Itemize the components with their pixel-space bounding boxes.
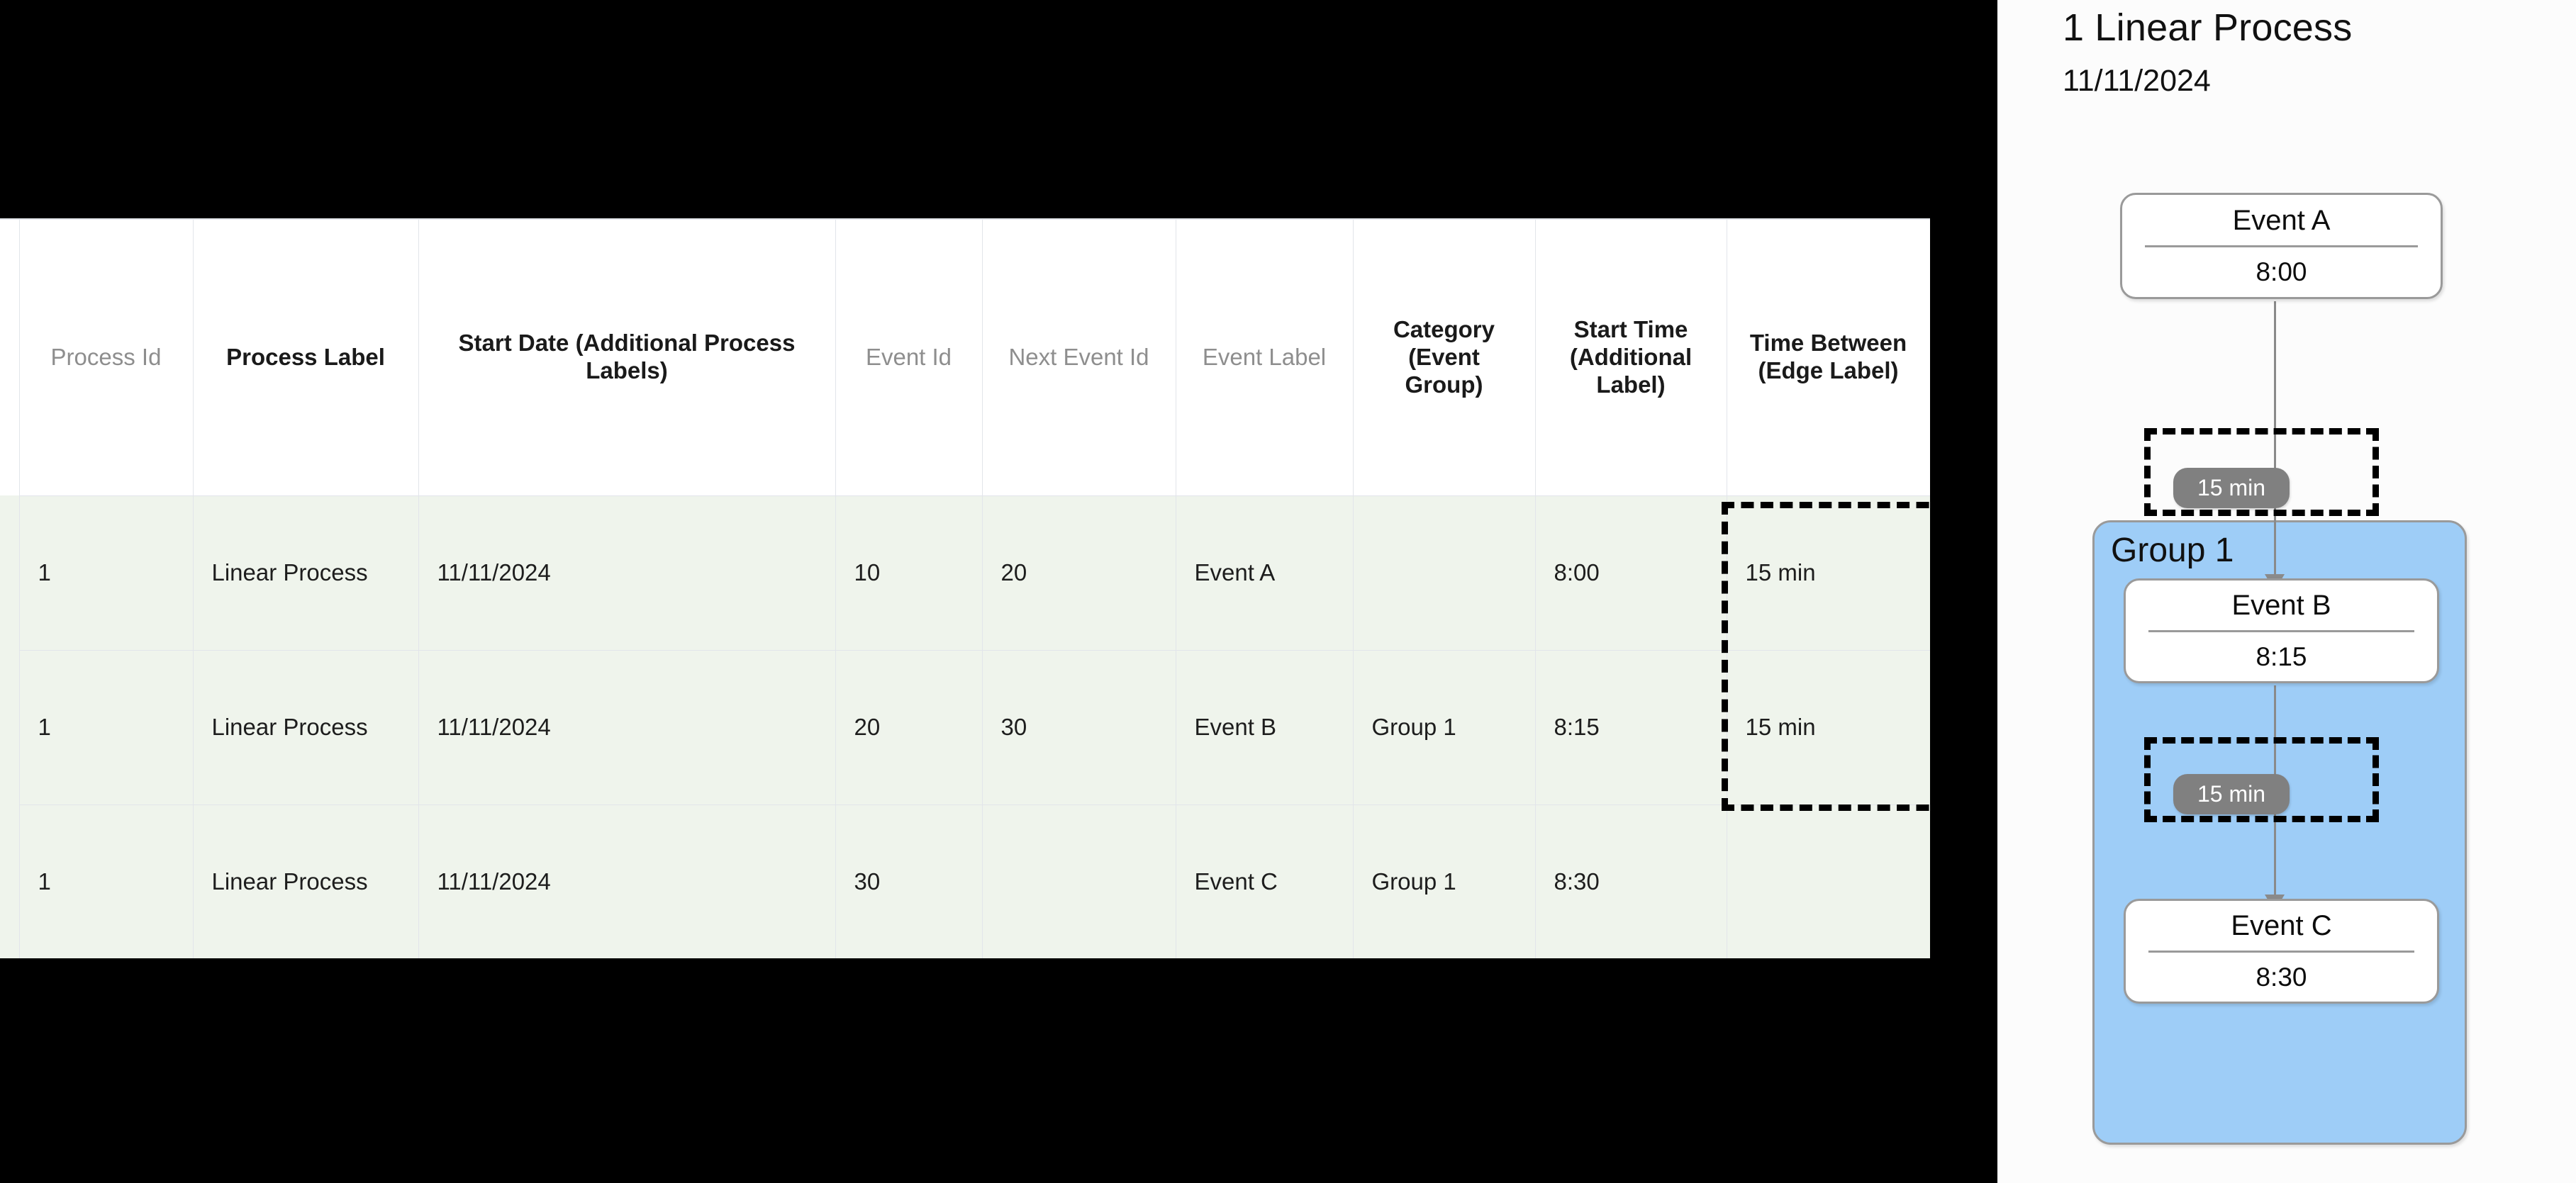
diagram-title: 1 Linear Process: [2063, 6, 2353, 49]
event-node-b-time: 8:15: [2256, 642, 2307, 671]
column-header-process-id[interactable]: Process Id: [18, 218, 194, 496]
table-row[interactable]: 1 Linear Process 11/11/2024 20 30 Event …: [0, 649, 1930, 805]
event-node-a[interactable]: Event A 8:00: [2120, 193, 2443, 299]
cell-start-time: 8:00: [1534, 495, 1727, 651]
cell-event-id: 20: [835, 649, 983, 805]
cell-event-label: Event C: [1175, 804, 1354, 958]
cell-process-id: 1: [18, 495, 194, 651]
table-gutter-cell: [0, 495, 19, 650]
cell-category: Group 1: [1352, 649, 1536, 805]
event-node-c[interactable]: Event C 8:30: [2124, 899, 2439, 1004]
cell-start-date: 11/11/2024: [418, 649, 836, 805]
cell-category: Group 1: [1352, 804, 1536, 958]
event-node-a-time: 8:00: [2256, 257, 2307, 286]
column-header-start-time[interactable]: Start Time (Additional Label): [1534, 218, 1727, 496]
table-panel: Process Id Process Label Start Date (Add…: [0, 218, 1930, 958]
event-node-c-label: Event C: [2231, 910, 2332, 941]
cell-start-time: 8:15: [1534, 649, 1727, 805]
cell-next-event-id: 30: [981, 649, 1176, 805]
cell-start-date: 11/11/2024: [418, 495, 836, 651]
group-label: Group 1: [2111, 532, 2234, 569]
column-header-start-date[interactable]: Start Date (Additional Process Labels): [418, 218, 836, 496]
cell-process-id: 1: [18, 804, 194, 958]
cell-next-event-id: [981, 804, 1176, 958]
cell-category: [1352, 495, 1536, 651]
table-row[interactable]: 1 Linear Process 11/11/2024 10 20 Event …: [0, 495, 1930, 651]
cell-next-event-id: 20: [981, 495, 1176, 651]
cell-event-id: 30: [835, 804, 983, 958]
event-node-b[interactable]: Event B 8:15: [2124, 578, 2439, 683]
diagram-panel: 1 Linear Process 11/11/2024 Group 1 Even…: [1997, 0, 2576, 1183]
column-header-event-id[interactable]: Event Id: [835, 218, 983, 496]
edge-label-badge-1[interactable]: 15 min: [2173, 468, 2290, 508]
cell-process-label: Linear Process: [192, 495, 419, 651]
event-node-c-time: 8:30: [2256, 963, 2307, 992]
cell-time-between: [1726, 804, 1930, 958]
table-header: Process Id Process Label Start Date (Add…: [0, 218, 1930, 496]
cell-process-id: 1: [18, 649, 194, 805]
process-events-table: Process Id Process Label Start Date (Add…: [0, 218, 1930, 958]
cell-process-label: Linear Process: [192, 649, 419, 805]
table-row[interactable]: 1 Linear Process 11/11/2024 30 Event C G…: [0, 804, 1930, 958]
cell-event-id: 10: [835, 495, 983, 651]
cell-time-between: 15 min: [1726, 649, 1930, 805]
cell-start-date: 11/11/2024: [418, 804, 836, 958]
column-header-process-label[interactable]: Process Label: [192, 218, 419, 496]
cell-event-label: Event B: [1175, 649, 1354, 805]
edge-label-badge-2[interactable]: 15 min: [2173, 774, 2290, 814]
cell-start-time: 8:30: [1534, 804, 1727, 958]
table-gutter-cell: [0, 650, 19, 804]
column-header-time-between[interactable]: Time Between (Edge Label): [1726, 218, 1930, 496]
column-header-event-label[interactable]: Event Label: [1175, 218, 1354, 496]
event-node-a-label: Event A: [2232, 205, 2331, 236]
cell-event-label: Event A: [1175, 495, 1354, 651]
cell-process-label: Linear Process: [192, 804, 419, 958]
table-gutter-cell: [0, 219, 19, 495]
diagram-date: 11/11/2024: [2063, 64, 2211, 98]
column-header-category[interactable]: Category (Event Group): [1352, 218, 1536, 496]
cell-time-between: 15 min: [1726, 495, 1930, 651]
table-body: 1 Linear Process 11/11/2024 10 20 Event …: [0, 495, 1930, 958]
event-node-b-label: Event B: [2231, 590, 2331, 621]
table-gutter-cell: [0, 804, 19, 958]
column-header-next-event-id[interactable]: Next Event Id: [981, 218, 1176, 496]
table-header-row: Process Id Process Label Start Date (Add…: [0, 218, 1930, 496]
